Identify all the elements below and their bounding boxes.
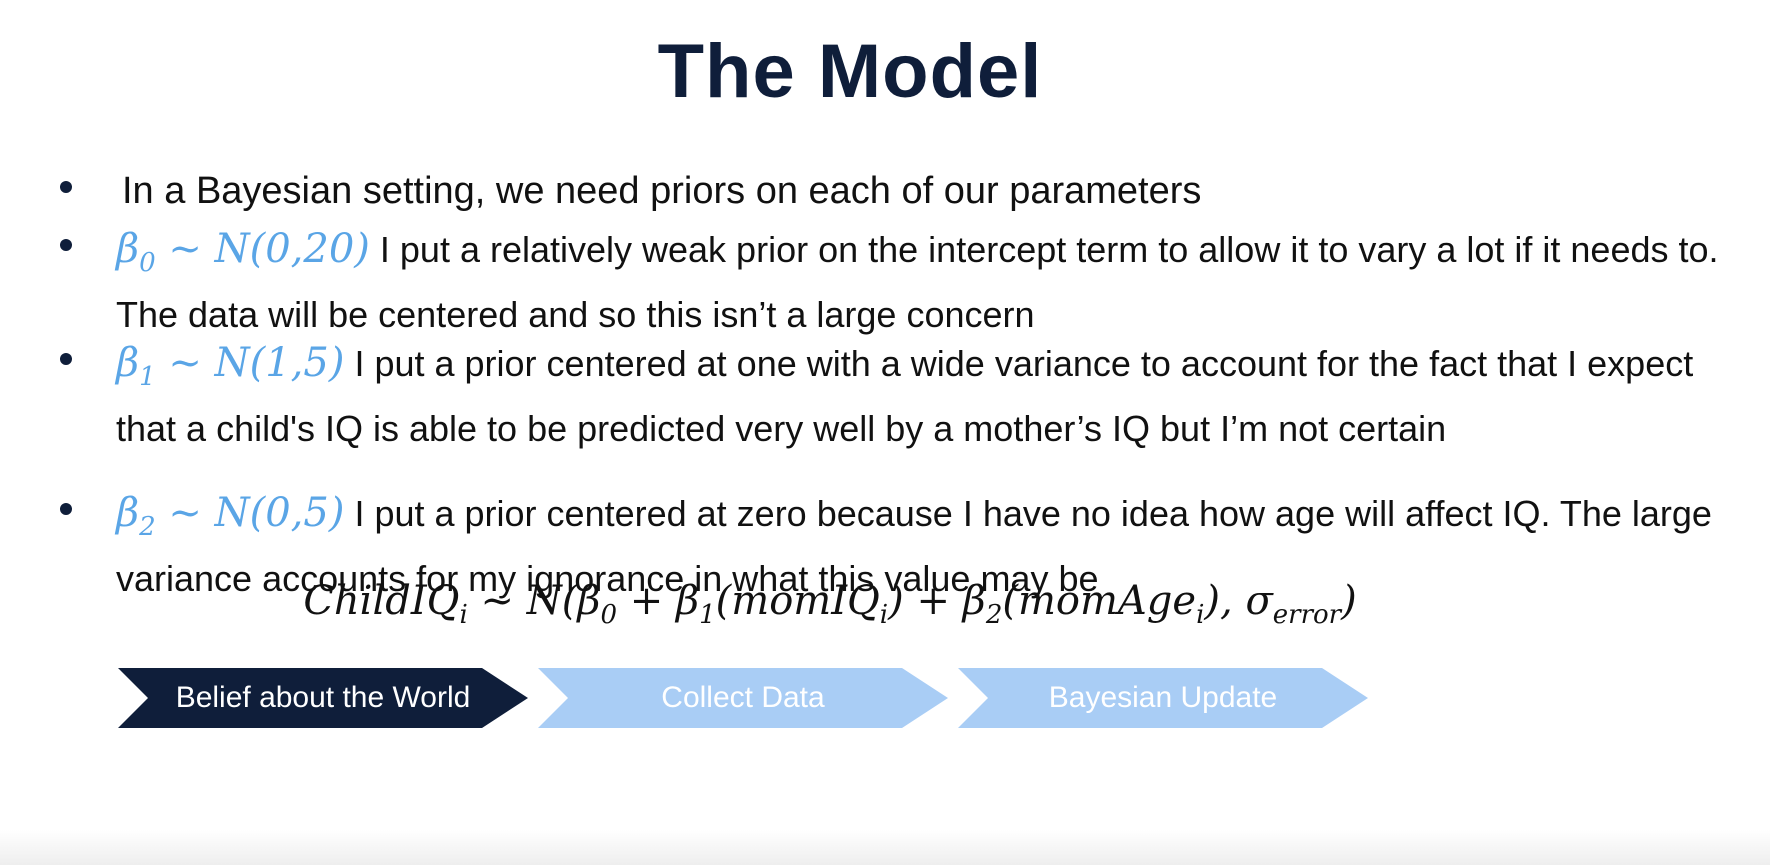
slide: The Model In a Bayesian setting, we need… [0, 0, 1770, 865]
process-chevrons [118, 668, 1368, 728]
step-collect-data-label: Collect Data [661, 681, 825, 714]
step-bayesian-update-label: Bayesian Update [1048, 681, 1278, 714]
footer-shade [0, 830, 1770, 865]
step-belief-label: Belief about the World [175, 681, 471, 714]
